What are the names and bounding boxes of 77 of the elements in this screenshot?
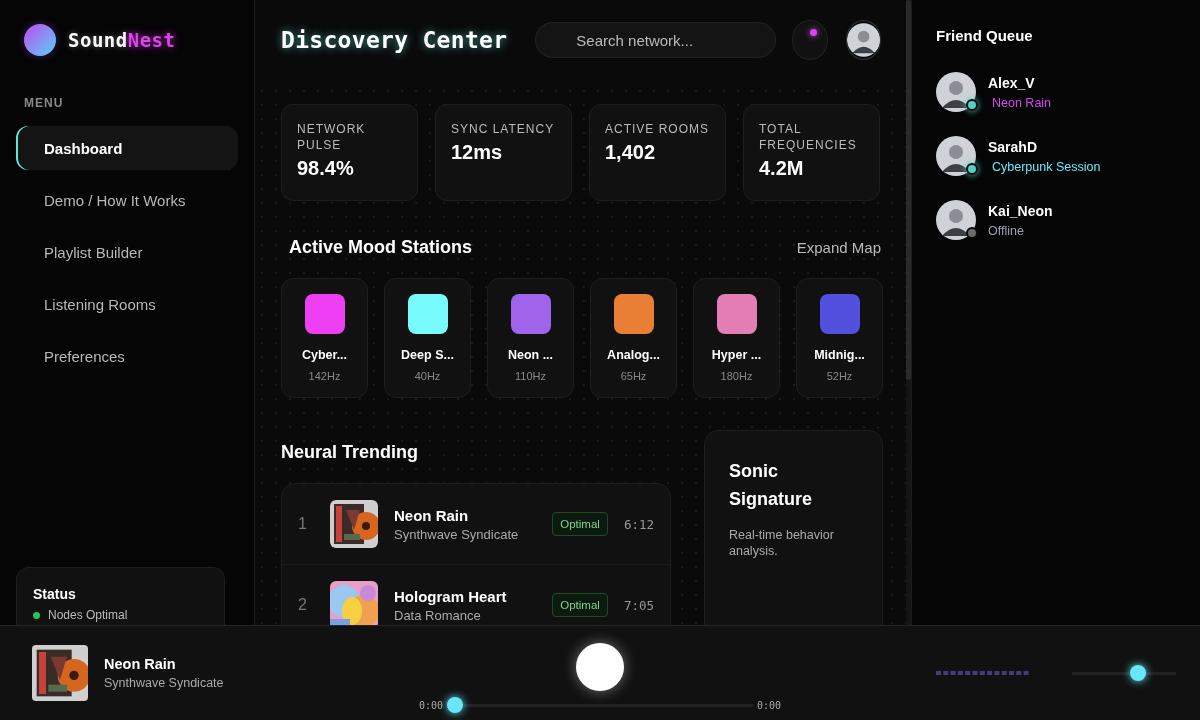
track-duration: 6:12 [623, 516, 654, 532]
station-name: Midnig... [814, 348, 865, 362]
station-frequency: 40Hz [414, 370, 441, 382]
nav-item[interactable]: Listening Rooms [16, 282, 238, 326]
friend-item[interactable]: Alex_V Neon Rain [936, 72, 1176, 112]
mood-station-card[interactable]: Hyper ... 180Hz [693, 278, 780, 398]
avatar-icon [846, 21, 880, 59]
friend-name: Kai_Neon [988, 202, 1053, 219]
station-name: Neon ... [507, 348, 554, 362]
station-name: Cyber... [301, 348, 348, 362]
station-frequency: 52Hz [826, 370, 853, 382]
nav-item[interactable]: Preferences [16, 334, 238, 378]
page-title: Discovery Center [281, 27, 508, 53]
avatar-icon [936, 200, 976, 240]
total-time: 0:00 [757, 699, 782, 711]
stat-value: 4.2M [759, 157, 805, 180]
track-row[interactable]: 1 Neon Rain Synthwave Syndicate Optimal 6:12 [282, 484, 670, 565]
friend-name: SarahD [988, 138, 1039, 155]
expand-map-link[interactable]: Expand Map [796, 239, 881, 256]
menu-heading: MENU [24, 96, 65, 110]
avatar-icon [936, 72, 976, 112]
mood-station-card[interactable]: Cyber... 142Hz [281, 278, 368, 398]
card-title: Sonic Signature [729, 460, 813, 511]
station-name: Analog... [607, 348, 660, 362]
track-artist: Synthwave Syndicate [104, 676, 224, 690]
elapsed-time: 0:00 [418, 699, 443, 711]
status-title: Status [33, 586, 77, 602]
nav-item[interactable]: Dashboard [16, 126, 238, 170]
station-frequency: 65Hz [620, 370, 647, 382]
track-duration: 7:05 [623, 597, 654, 613]
track-rank: 2 [298, 596, 308, 614]
stat-label: NETWORK PULSE [297, 121, 367, 153]
station-frequency: 142Hz [308, 370, 341, 382]
status-text: Nodes Optimal [48, 608, 128, 622]
play-button[interactable] [576, 643, 624, 691]
track-rank: 1 [298, 515, 308, 533]
track-artist: Data Romance [394, 607, 482, 623]
stat-value: 1,402 [605, 141, 657, 164]
station-name: Deep S... [401, 348, 454, 362]
track-artist: Synthwave Syndicate [394, 526, 520, 542]
friend-name: Alex_V [988, 74, 1036, 91]
avatar-icon [936, 136, 976, 176]
nav-item[interactable]: Demo / How It Works [16, 178, 238, 222]
logo-icon [24, 24, 56, 56]
section-title: Neural Trending [281, 442, 420, 463]
stat-value: 12ms [451, 141, 504, 164]
stat-label: ACTIVE ROOMS [605, 121, 710, 137]
stat-value: 98.4% [297, 157, 355, 180]
track-title: Neon Rain [104, 656, 177, 672]
stat-label: TOTAL FREQUENCIES [759, 121, 858, 153]
track-title: Hologram Heart [394, 587, 508, 605]
panel-title: Friend Queue [936, 27, 1034, 44]
volume-thumb[interactable] [1130, 665, 1147, 681]
brand-name: SoundNest [68, 29, 176, 51]
section-title: Active Mood Stations [289, 237, 472, 258]
friend-activity: Neon Rain [991, 95, 1052, 110]
station-frequency: 110Hz [515, 370, 546, 382]
track-title: Neon Rain [394, 506, 470, 524]
search-field[interactable]: Search network... [535, 22, 777, 58]
station-frequency: 180Hz [720, 370, 753, 382]
mood-station-card[interactable]: Neon ... 110Hz [487, 278, 574, 398]
status-badge: Optimal [552, 512, 608, 536]
status-badge: Optimal [552, 593, 608, 617]
mood-station-card[interactable]: Analog... 65Hz [590, 278, 677, 398]
mood-station-card[interactable]: Midnig... 52Hz [796, 278, 883, 398]
scrollbar[interactable] [906, 0, 911, 625]
friend-item[interactable]: SarahD Cyberpunk Session [936, 136, 1176, 176]
friend-item[interactable]: Kai_Neon Offline [936, 200, 1176, 240]
station-name: Hyper ... [711, 348, 762, 362]
progress-thumb[interactable] [447, 697, 463, 713]
card-description: Real-time behavior analysis. [729, 527, 835, 559]
friend-activity: Cyberpunk Session [991, 159, 1101, 174]
mood-station-card[interactable]: Deep S... 40Hz [384, 278, 471, 398]
nav-item[interactable]: Playlist Builder [16, 230, 238, 274]
stat-label: SYNC LATENCY [451, 121, 556, 137]
friend-activity: Offline [988, 223, 1025, 238]
notification-button[interactable] [792, 20, 828, 60]
